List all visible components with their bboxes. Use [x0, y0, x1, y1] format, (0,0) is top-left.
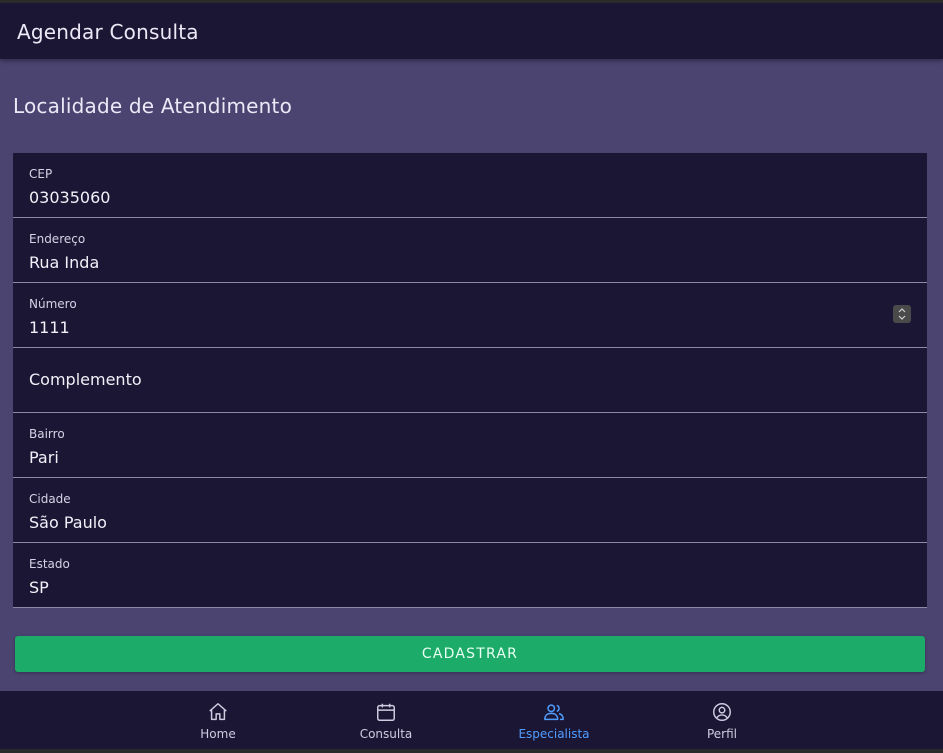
number-stepper[interactable]: [893, 305, 911, 323]
section-title: Localidade de Atendimento: [13, 94, 293, 118]
cep-label: CEP: [29, 167, 53, 181]
nav-label-consulta: Consulta: [359, 727, 413, 741]
estado-field[interactable]: Estado SP: [13, 543, 927, 608]
bairro-label: Bairro: [29, 427, 65, 441]
nav-item-home[interactable]: Home: [158, 691, 278, 749]
cep-value[interactable]: 03035060: [29, 188, 110, 207]
cep-field[interactable]: CEP 03035060: [13, 153, 927, 218]
nav-item-especialista[interactable]: Especialista: [494, 691, 614, 749]
address-form: CEP 03035060 Endereço Rua Inda Número 11…: [13, 153, 927, 608]
bairro-field[interactable]: Bairro Pari: [13, 413, 927, 478]
app-screen: Agendar Consulta Localidade de Atendimen…: [0, 3, 943, 749]
nav-item-consulta[interactable]: Consulta: [326, 691, 446, 749]
estado-label: Estado: [29, 557, 70, 571]
cidade-field[interactable]: Cidade São Paulo: [13, 478, 927, 543]
numero-label: Número: [29, 297, 77, 311]
nav-label-home: Home: [200, 727, 236, 741]
nav-label-perfil: Perfil: [706, 727, 738, 741]
complemento-placeholder[interactable]: Complemento: [29, 370, 142, 389]
users-icon: [544, 704, 564, 721]
bairro-value[interactable]: Pari: [29, 448, 59, 467]
endereco-label: Endereço: [29, 232, 86, 246]
calendar-icon: [377, 703, 395, 721]
cidade-value[interactable]: São Paulo: [29, 513, 107, 532]
user-circle-icon: [713, 703, 731, 721]
bottom-navigation: Home Consulta Especialista Perfil: [0, 691, 943, 749]
endereco-field[interactable]: Endereço Rua Inda: [13, 218, 927, 283]
home-icon: [209, 703, 227, 721]
cadastrar-button[interactable]: CADASTRAR: [15, 636, 925, 672]
nav-label-especialista: Especialista: [518, 727, 590, 741]
numero-value[interactable]: 1111: [29, 318, 70, 337]
endereco-value[interactable]: Rua Inda: [29, 253, 99, 272]
numero-field[interactable]: Número 1111: [13, 283, 927, 348]
estado-value[interactable]: SP: [29, 578, 49, 597]
nav-item-perfil[interactable]: Perfil: [662, 691, 782, 749]
chevron-up-icon[interactable]: [898, 308, 906, 313]
app-bar: Agendar Consulta: [0, 3, 943, 59]
complemento-field[interactable]: Complemento: [13, 348, 927, 413]
app-bar-title: Agendar Consulta: [17, 20, 199, 44]
cidade-label: Cidade: [29, 492, 71, 506]
chevron-down-icon[interactable]: [898, 315, 906, 320]
